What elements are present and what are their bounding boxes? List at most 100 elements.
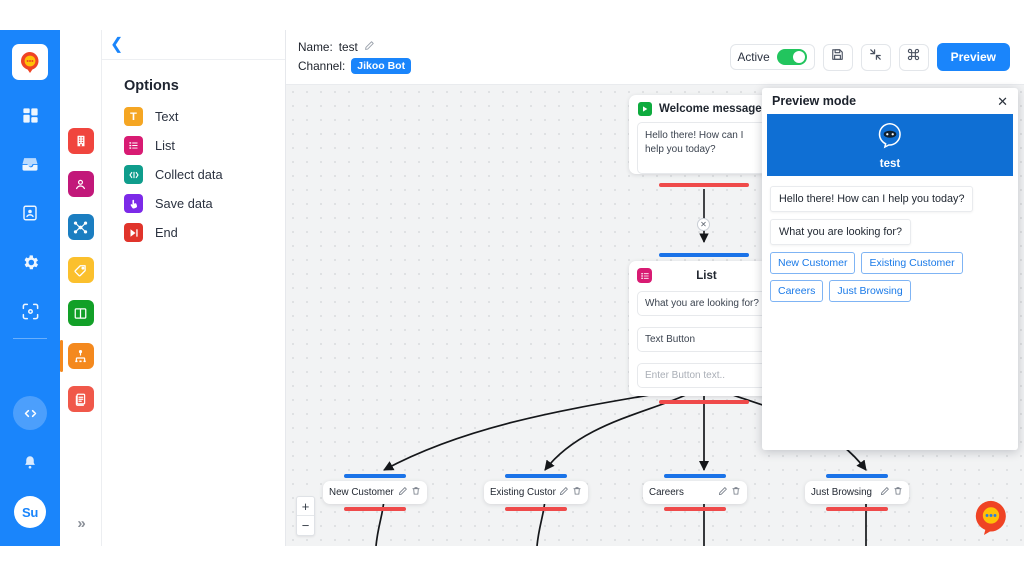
save-data-icon <box>124 194 143 213</box>
node-title: List <box>696 269 717 282</box>
field-spacer <box>629 391 779 396</box>
save-button[interactable] <box>822 43 853 71</box>
code-icon[interactable] <box>13 396 47 430</box>
list-prompt-field[interactable]: What you are looking for? <box>637 291 771 316</box>
bot-message-bubble: What you are looking for? <box>770 219 912 245</box>
trash-icon[interactable] <box>411 486 421 499</box>
option-item-list[interactable]: List <box>102 131 285 160</box>
choice-new-customer[interactable]: New Customer <box>770 252 856 274</box>
zoom-out-button[interactable]: − <box>297 516 314 535</box>
jikoo-logo-icon[interactable] <box>12 44 48 80</box>
scan-eye-icon[interactable] <box>17 298 43 324</box>
preview-button[interactable]: Preview <box>936 43 1010 71</box>
flow-meta: Name: test Channel: Jikoo Bot <box>298 40 412 74</box>
node-header: Welcome message <box>629 95 779 120</box>
chat-bubble-icon[interactable] <box>972 498 1010 536</box>
inbox-icon[interactable] <box>17 151 43 177</box>
shortcuts-button[interactable] <box>898 43 929 71</box>
leaf-node-new-customer[interactable]: New Customer <box>323 474 427 511</box>
contacts-icon[interactable] <box>17 200 43 226</box>
person-icon[interactable] <box>67 171 94 197</box>
option-item-text[interactable]: T Text <box>102 102 285 131</box>
list-button-field[interactable]: Text Button <box>637 327 771 352</box>
close-icon[interactable]: ✕ <box>997 95 1008 108</box>
option-item-collect-data[interactable]: Collect data <box>102 160 285 189</box>
option-label: Save data <box>155 196 213 211</box>
preview-bot-name: test <box>879 158 901 170</box>
option-item-save-data[interactable]: Save data <box>102 189 285 218</box>
command-key-icon <box>906 47 921 67</box>
node-input-bar[interactable] <box>505 474 567 478</box>
play-start-icon <box>638 102 652 116</box>
list-block-icon <box>637 268 652 283</box>
list-node[interactable]: List What you are looking for? Text Butt… <box>629 253 779 404</box>
node-header: Careers <box>643 481 747 504</box>
sidebar-divider <box>13 338 47 339</box>
node-title: Welcome message <box>659 103 762 115</box>
channel-badge[interactable]: Jikoo Bot <box>351 58 412 74</box>
choice-careers[interactable]: Careers <box>770 280 824 302</box>
edge-delete-button[interactable]: ✕ <box>697 218 710 231</box>
leaf-node-careers[interactable]: Careers <box>643 474 747 511</box>
document-icon[interactable] <box>67 386 94 412</box>
pencil-icon[interactable] <box>364 40 375 54</box>
active-toggle[interactable]: Active <box>729 44 815 70</box>
node-input-bar[interactable] <box>664 474 726 478</box>
collapse-arrows-icon <box>868 47 883 67</box>
settings-gear-icon[interactable] <box>17 249 43 275</box>
network-shuffle-icon[interactable] <box>67 214 94 240</box>
node-output-bar[interactable] <box>659 183 749 187</box>
flow-name-row: Name: test <box>298 40 411 54</box>
trash-icon[interactable] <box>893 486 903 499</box>
option-item-end[interactable]: End <box>102 218 285 247</box>
toggle-switch[interactable] <box>776 49 807 65</box>
chevron-left-icon[interactable]: ❮ <box>110 36 123 53</box>
node-output-bar[interactable] <box>344 507 406 511</box>
app-root: Su » ❮ Options T Text List Collect data … <box>0 0 1024 576</box>
expand-canvas-button[interactable] <box>860 43 891 71</box>
flow-hierarchy-icon[interactable] <box>59 340 94 372</box>
choice-existing-customer[interactable]: Existing Customer <box>861 252 963 274</box>
trash-icon[interactable] <box>572 486 582 499</box>
header-actions: Active Preview <box>729 43 1010 71</box>
welcome-message-text[interactable]: Hello there! How can I help you today? <box>637 122 771 174</box>
preview-panel-header: Preview mode ✕ <box>762 88 1018 114</box>
expand-sidebar-button[interactable]: » <box>77 515 85 546</box>
node-card: Existing Custome <box>484 481 588 504</box>
node-output-bar[interactable] <box>664 507 726 511</box>
pencil-icon[interactable] <box>880 486 890 499</box>
preview-bot-banner: test <box>767 114 1013 176</box>
pencil-icon[interactable] <box>718 486 728 499</box>
flow-name-value: test <box>338 40 358 54</box>
welcome-message-node[interactable]: Welcome message Hello there! How can I h… <box>629 95 779 187</box>
avatar[interactable]: Su <box>14 496 46 528</box>
pencil-icon[interactable] <box>398 486 408 499</box>
node-header: Just Browsing <box>805 481 909 504</box>
preview-conversation: Hello there! How can I help you today? W… <box>762 176 1018 302</box>
node-input-bar[interactable] <box>826 474 888 478</box>
columns-icon[interactable] <box>67 300 94 326</box>
building-icon[interactable] <box>67 128 94 154</box>
node-header: New Customer <box>323 481 427 504</box>
option-label: Text <box>155 109 179 124</box>
text-block-icon: T <box>124 107 143 126</box>
node-output-bar[interactable] <box>505 507 567 511</box>
node-output-bar[interactable] <box>826 507 888 511</box>
leaf-node-existing-customer[interactable]: Existing Custome <box>484 474 588 511</box>
choice-just-browsing[interactable]: Just Browsing <box>829 280 911 302</box>
node-input-bar[interactable] <box>659 253 749 257</box>
preview-panel-title: Preview mode <box>772 94 857 108</box>
option-label: End <box>155 225 178 240</box>
node-input-bar[interactable] <box>344 474 406 478</box>
bot-avatar-icon <box>875 120 905 155</box>
tag-icon[interactable] <box>67 257 94 283</box>
leaf-node-just-browsing[interactable]: Just Browsing <box>805 474 909 511</box>
trash-icon[interactable] <box>731 486 741 499</box>
option-label: List <box>155 138 175 153</box>
bell-icon[interactable] <box>17 450 43 476</box>
pencil-icon[interactable] <box>559 486 569 499</box>
dashboard-icon[interactable] <box>17 102 43 128</box>
zoom-in-button[interactable]: + <box>297 497 314 516</box>
list-button-placeholder-field[interactable]: Enter Button text.. <box>637 363 771 388</box>
node-output-bar[interactable] <box>659 400 749 404</box>
